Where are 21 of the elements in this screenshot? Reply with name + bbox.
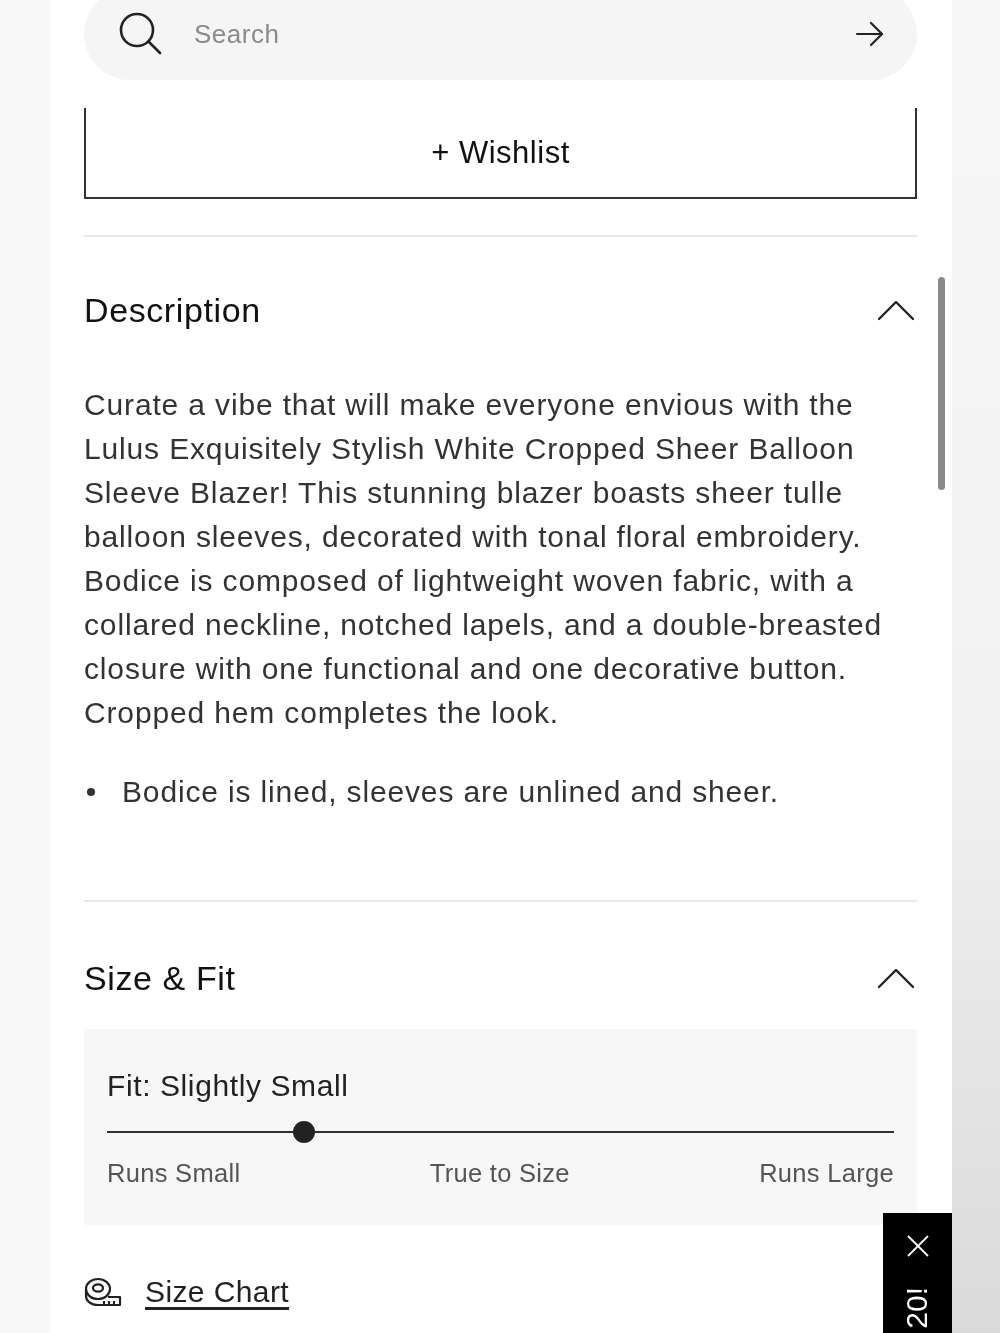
scrollbar-thumb[interactable] xyxy=(938,277,945,490)
scale-label: Runs Small xyxy=(107,1158,241,1189)
bullet-icon xyxy=(87,788,95,796)
description-text: Curate a vibe that will make everyone envious with the Lulus Exquisitely Stylish White Cropped Sheer Balloon Sleeve Blazer! This stunning blazer boasts sheer tulle balloon sleeves, decorated with tonal floral embroidery. Bodice is composed of lightweight woven fabric, with a collared neckline, notched lapels, and a double-breasted closure with one functional and one decorative button. Cropped hem completes the look. xyxy=(84,387,884,731)
chevron-up-icon[interactable] xyxy=(877,299,915,321)
scale-label: True to Size xyxy=(429,1158,570,1189)
scale-label: Runs Large xyxy=(759,1158,894,1189)
section-title: Size & Fit xyxy=(84,958,236,998)
tape-measure-icon xyxy=(84,1277,122,1307)
search-icon[interactable] xyxy=(118,11,162,55)
chevron-up-icon[interactable] xyxy=(877,967,915,989)
bullet-text: Bodice is lined, sleeves are unlined and sheer. xyxy=(122,774,779,810)
search-field[interactable]: Search xyxy=(84,0,917,80)
promo-text: 20! xyxy=(901,1287,933,1331)
wishlist-button[interactable]: + Wishlist xyxy=(84,108,917,199)
section-title: Description xyxy=(84,290,261,330)
promo-tab[interactable]: 20! xyxy=(883,1213,952,1333)
arrow-right-icon[interactable] xyxy=(855,20,885,48)
fit-label: Fit: Slightly Small xyxy=(107,1068,350,1104)
close-icon[interactable] xyxy=(907,1235,929,1257)
size-chart-link[interactable]: Size Chart xyxy=(145,1274,290,1310)
